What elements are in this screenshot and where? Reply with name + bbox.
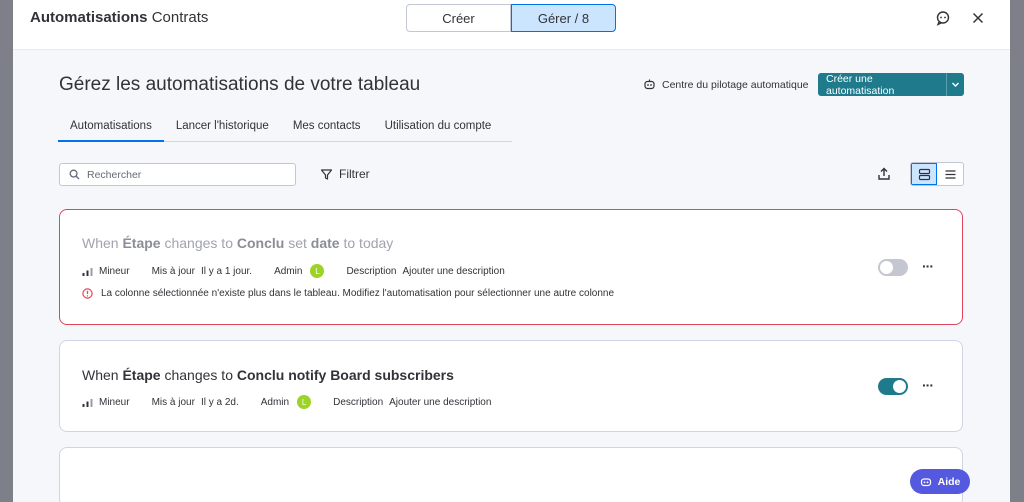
robot-icon xyxy=(644,79,655,90)
automation-meta: Mineur Mis à jour Il y a 1 jour. Admin L… xyxy=(82,264,505,278)
owner-label: Admin xyxy=(260,396,290,408)
updated-value: Il y a 1 jour. xyxy=(200,265,253,277)
level-label: Mineur xyxy=(99,265,130,277)
toggle-knob xyxy=(893,380,906,393)
title-part: Étape xyxy=(122,235,161,251)
modal-title-bold: Automatisations xyxy=(30,9,148,26)
help-label: Aide xyxy=(937,475,961,488)
avatar: L xyxy=(310,264,325,278)
list-view-button[interactable] xyxy=(937,163,963,185)
description-label: Description xyxy=(346,265,397,277)
feedback-icon[interactable] xyxy=(935,10,951,26)
updated-value: Il y a 2d. xyxy=(200,396,239,408)
error-message: La colonne sélectionnée n'existe plus da… xyxy=(82,288,614,299)
close-icon[interactable] xyxy=(970,10,986,26)
title-part: When xyxy=(82,235,123,251)
modal-title-board: Contrats xyxy=(151,9,209,26)
title-part: date xyxy=(310,235,340,251)
modal-title: Automatisations Contrats xyxy=(30,9,208,26)
chevron-down-icon xyxy=(951,82,959,87)
create-mode-button[interactable]: Créer xyxy=(406,4,511,32)
updated-label: Mis à jour xyxy=(151,396,195,408)
search-icon xyxy=(69,169,80,180)
title-part: Conclu notify Board subscribers xyxy=(236,367,454,383)
signal-bars-icon xyxy=(82,267,93,276)
card-view-button[interactable] xyxy=(911,163,937,185)
modal-header: Automatisations Contrats Créer Gérer / 8 xyxy=(13,0,1010,50)
level-label: Mineur xyxy=(99,396,130,408)
tab-my-contacts[interactable]: Mes contacts xyxy=(281,114,373,142)
title-part: Conclu xyxy=(236,235,285,251)
filter-icon xyxy=(320,168,333,180)
description-label: Description xyxy=(333,396,384,408)
title-part: changes to xyxy=(160,367,237,383)
toggle-knob xyxy=(880,261,893,274)
mode-switch: Créer Gérer / 8 xyxy=(406,4,616,32)
tab-account-usage[interactable]: Utilisation du compte xyxy=(373,114,504,142)
title-part: to today xyxy=(339,235,394,251)
automation-card[interactable] xyxy=(59,447,963,502)
title-part: set xyxy=(284,235,311,251)
tab-automations[interactable]: Automatisations xyxy=(58,114,164,142)
title-part: When xyxy=(82,367,123,383)
more-options-icon[interactable]: ··· xyxy=(922,377,934,393)
list-icon xyxy=(945,169,955,179)
autopilot-center-link[interactable]: Centre du pilotage automatique xyxy=(643,78,809,91)
view-toggle xyxy=(910,162,964,186)
robot-icon xyxy=(920,477,931,486)
backdrop-left xyxy=(0,0,13,502)
tab-run-history[interactable]: Lancer l'historique xyxy=(164,114,281,142)
avatar: L xyxy=(297,395,312,409)
filter-button[interactable]: Filtrer xyxy=(320,167,370,181)
automation-toggle[interactable] xyxy=(878,259,908,276)
add-description-link[interactable]: Ajouter une description xyxy=(402,266,504,277)
title-part: changes to xyxy=(160,235,237,251)
automation-card[interactable]: When Étape changes to Conclu notify Boar… xyxy=(59,340,963,432)
autopilot-center-label: Centre du pilotage automatique xyxy=(662,78,809,91)
search-input[interactable] xyxy=(87,168,277,181)
automation-meta: Mineur Mis à jour Il y a 2d. Admin L Des… xyxy=(82,395,491,409)
updated-label: Mis à jour xyxy=(151,265,195,277)
automation-toggle[interactable] xyxy=(878,378,908,395)
alert-circle-icon xyxy=(82,288,93,299)
filter-label: Filtrer xyxy=(339,167,370,181)
export-icon[interactable] xyxy=(876,166,892,187)
automation-card[interactable]: When Étape changes to Conclu set date to… xyxy=(59,209,963,325)
automation-title: When Étape changes to Conclu notify Boar… xyxy=(82,367,454,383)
owner-label: Admin xyxy=(274,265,303,277)
page-title: Gérez les automatisations de votre table… xyxy=(59,74,421,95)
create-automation-menu-button[interactable] xyxy=(945,73,964,96)
title-part: Étape xyxy=(122,367,161,383)
add-description-link[interactable]: Ajouter une description xyxy=(389,397,491,408)
error-text: La colonne sélectionnée n'existe plus da… xyxy=(101,288,615,299)
create-automation-split-button: Créer une automatisation xyxy=(818,73,964,96)
help-button[interactable]: Aide xyxy=(910,469,970,494)
backdrop-right xyxy=(1010,0,1024,502)
manage-mode-button[interactable]: Gérer / 8 xyxy=(511,4,616,32)
tab-bar: Automatisations Lancer l'historique Mes … xyxy=(58,114,512,142)
signal-bars-icon xyxy=(82,398,93,407)
search-box xyxy=(59,163,296,186)
automation-title: When Étape changes to Conclu set date to… xyxy=(82,235,393,251)
more-options-icon[interactable]: ··· xyxy=(922,258,934,274)
cards-icon xyxy=(918,168,930,180)
automations-modal: Automatisations Contrats Créer Gérer / 8… xyxy=(13,0,1010,502)
create-automation-button[interactable]: Créer une automatisation xyxy=(818,73,946,96)
